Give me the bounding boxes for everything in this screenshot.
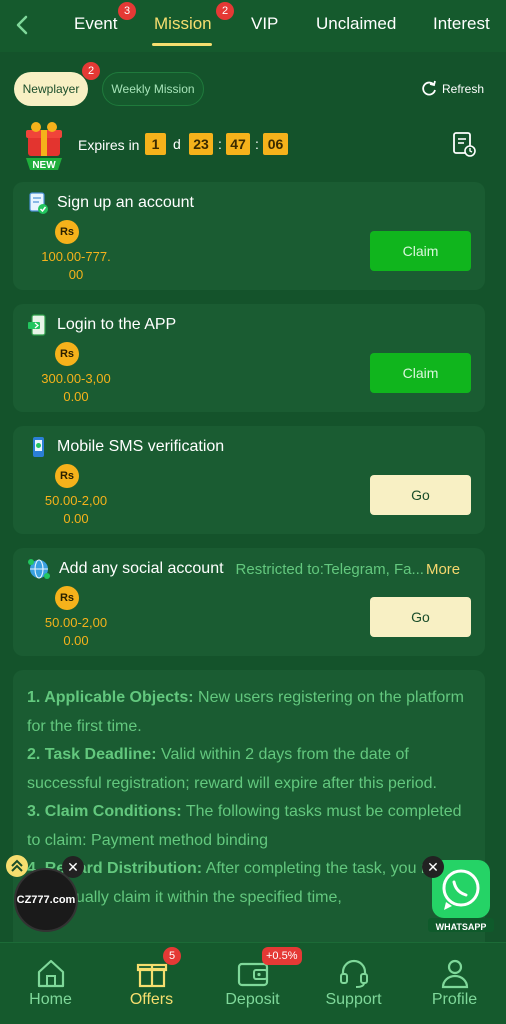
timer-hours: 23 xyxy=(189,133,213,155)
nav-offers[interactable]: Offers 5 xyxy=(101,943,202,1024)
active-tab-indicator xyxy=(152,43,212,46)
task-reward-line-2: 0.00 xyxy=(63,633,89,648)
nav-home[interactable]: Home xyxy=(0,943,101,1024)
close-icon[interactable]: ✕ xyxy=(422,856,444,878)
rupee-coin-icon: Rs xyxy=(55,586,79,610)
cz777-floating-logo[interactable]: CZ777.com xyxy=(14,868,78,932)
task-reward: 50.00-2,00 0.00 xyxy=(21,614,131,650)
rupee-coin-icon: Rs xyxy=(55,220,79,244)
expires-label: Expires in xyxy=(78,137,140,153)
task-title: Add any social account xyxy=(59,560,224,577)
app-login-icon xyxy=(28,314,46,336)
nav-label: Support xyxy=(325,991,382,1008)
tab-event[interactable]: Event xyxy=(74,14,117,34)
cz777-logo-text: CZ777.com xyxy=(16,894,76,906)
rule-item: 1. Applicable Objects: New users registe… xyxy=(27,684,471,741)
rule-heading: 1. Applicable Objects: xyxy=(27,689,194,706)
headset-icon xyxy=(340,959,368,988)
nav-label: Offers xyxy=(129,991,174,1008)
scroll-up-button[interactable] xyxy=(6,855,28,877)
tab-interest[interactable]: Interest xyxy=(433,14,490,34)
task-reward: 50.00-2,00 0.00 xyxy=(21,492,131,528)
timer-sep-1: : xyxy=(218,136,222,152)
rules-panel: 1. Applicable Objects: New users registe… xyxy=(13,670,485,942)
task-title: Sign up an account xyxy=(57,194,194,211)
nav-label: Deposit xyxy=(225,991,280,1008)
subtab-weekly-mission[interactable]: Weekly Mission xyxy=(102,72,204,106)
offers-badge: 5 xyxy=(163,947,181,965)
nav-deposit[interactable]: Deposit +0.5% xyxy=(202,943,303,1024)
claim-button[interactable]: Claim xyxy=(370,231,471,271)
timer-minutes: 47 xyxy=(226,133,250,155)
task-reward: 100.00-777. 00 xyxy=(21,248,131,284)
person-icon xyxy=(441,959,469,989)
task-card-sms: Mobile SMS verification Rs 50.00-2,00 0.… xyxy=(13,426,485,534)
nav-label: Home xyxy=(29,991,72,1008)
tab-mission[interactable]: Mission xyxy=(154,14,212,34)
task-reward-line-1: 50.00-2,00 xyxy=(44,493,108,508)
deposit-bonus-badge: +0.5% xyxy=(262,947,302,965)
rule-heading: 3. Claim Conditions: xyxy=(27,803,182,820)
record-document-icon[interactable] xyxy=(452,131,476,157)
tab-vip[interactable]: VIP xyxy=(251,14,278,34)
rule-item: 4. Reward Distribution: After completing… xyxy=(27,855,471,912)
timer-days: 1 xyxy=(145,133,166,155)
task-card-signup: Sign up an account Rs 100.00-777. 00 Cla… xyxy=(13,182,485,290)
task-restriction: Restricted to:Telegram, Fa... xyxy=(235,560,424,578)
tab-mission-badge: 2 xyxy=(216,2,234,20)
refresh-button[interactable]: Refresh xyxy=(420,78,484,100)
subtab-newplayer[interactable]: Newplayer xyxy=(14,72,88,106)
more-link[interactable]: More xyxy=(426,561,460,578)
tab-event-badge: 3 xyxy=(118,2,136,20)
nav-support[interactable]: Support xyxy=(303,943,404,1024)
double-chevron-up-icon xyxy=(11,859,23,872)
refresh-label: Refresh xyxy=(442,82,485,96)
nav-profile[interactable]: Profile xyxy=(404,943,505,1024)
task-reward-line-1: 300.00-3,00 xyxy=(41,371,111,386)
tab-unclaimed[interactable]: Unclaimed xyxy=(316,14,396,34)
gift-box-icon xyxy=(136,963,168,988)
phone-sms-icon xyxy=(33,437,44,457)
timer-day-unit: d xyxy=(173,136,181,152)
rule-heading: 2. Task Deadline: xyxy=(27,746,157,763)
social-globe-icon xyxy=(28,559,50,579)
task-card-login: Login to the APP Rs 300.00-3,00 0.00 Cla… xyxy=(13,304,485,412)
back-arrow-icon[interactable] xyxy=(10,12,36,38)
rule-item: 2. Task Deadline: Valid within 2 days fr… xyxy=(27,741,471,798)
task-reward: 300.00-3,00 0.00 xyxy=(21,370,131,406)
go-button[interactable]: Go xyxy=(370,597,471,637)
gift-icon: NEW xyxy=(26,122,62,171)
task-card-social: Add any social account Restricted to:Tel… xyxy=(13,548,485,656)
rupee-coin-icon: Rs xyxy=(55,464,79,488)
task-title: Login to the APP xyxy=(57,316,177,333)
whatsapp-label: WHATSAPP xyxy=(435,922,487,932)
gift-new-label: NEW xyxy=(32,160,56,171)
bottom-nav: Home Offers 5 Deposit +0.5% Support Prof… xyxy=(0,942,506,1024)
refresh-icon xyxy=(422,80,436,96)
task-reward-line-1: 100.00-777. xyxy=(41,249,111,264)
go-button[interactable]: Go xyxy=(370,475,471,515)
rupee-coin-icon: Rs xyxy=(55,342,79,366)
home-icon xyxy=(37,959,65,988)
document-check-icon xyxy=(29,192,48,214)
nav-label: Profile xyxy=(431,991,478,1008)
task-reward-line-1: 50.00-2,00 xyxy=(44,615,108,630)
task-title: Mobile SMS verification xyxy=(57,438,225,455)
top-nav: Event 3 Mission 2 VIP Unclaimed Interest xyxy=(0,0,506,52)
timer-seconds: 06 xyxy=(263,133,288,155)
task-reward-line-2: 0.00 xyxy=(63,389,89,404)
timer-sep-2: : xyxy=(255,136,259,152)
rule-item: 3. Claim Conditions: The following tasks… xyxy=(27,798,471,855)
task-reward-line-2: 00 xyxy=(68,267,84,282)
claim-button[interactable]: Claim xyxy=(370,353,471,393)
task-reward-line-2: 0.00 xyxy=(63,511,89,526)
subtab-newplayer-badge: 2 xyxy=(82,62,100,80)
